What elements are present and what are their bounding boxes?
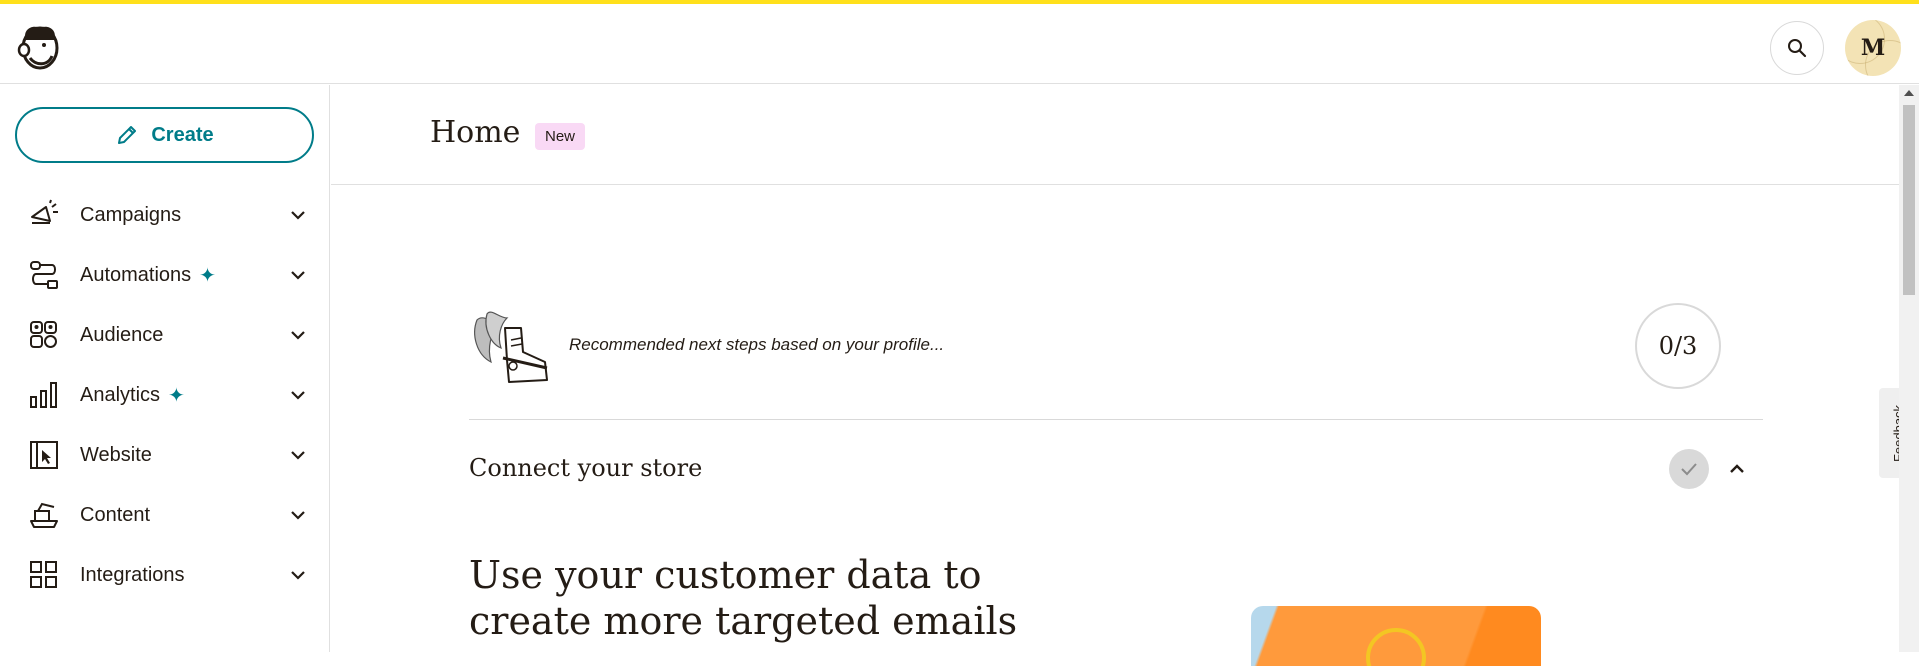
- sidebar-nav: Create Campaigns Automations ✦ Audience …: [0, 85, 330, 652]
- hero-illustration: [1251, 606, 1541, 666]
- chevron-down-icon[interactable]: [288, 205, 308, 225]
- page-scrollbar[interactable]: [1899, 85, 1919, 652]
- chevron-down-icon[interactable]: [288, 445, 308, 465]
- chevron-down-icon[interactable]: [288, 505, 308, 525]
- pencil-icon: [118, 126, 137, 144]
- page-header: Home New: [331, 85, 1899, 185]
- chevron-down-icon[interactable]: [288, 265, 308, 285]
- sidebar-item-audience[interactable]: Audience: [0, 305, 329, 365]
- sidebar-item-label: Analytics: [80, 383, 161, 406]
- new-badge: New: [535, 123, 586, 150]
- sparkle-icon: ✦: [168, 384, 185, 407]
- chevron-up-icon[interactable]: [1725, 457, 1749, 481]
- sidebar-item-content[interactable]: Content: [0, 485, 329, 545]
- grid-icon: [28, 559, 60, 591]
- mailchimp-logo-icon[interactable]: [16, 20, 64, 72]
- sidebar-item-label: Audience: [80, 323, 164, 346]
- search-icon: [1788, 39, 1807, 58]
- hero-line-1: Use your customer data to: [469, 553, 982, 597]
- checkmark-icon: [1669, 449, 1709, 489]
- sidebar-item-label: Website: [80, 443, 152, 466]
- connect-store-section-header[interactable]: Connect your store: [469, 421, 1763, 521]
- sidebar-item-campaigns[interactable]: Campaigns: [0, 185, 329, 245]
- audience-icon: [28, 319, 60, 351]
- automation-flow-icon: [28, 259, 60, 291]
- page-title: Home: [430, 115, 521, 150]
- scroll-thumb[interactable]: [1903, 105, 1915, 295]
- avatar-initial: M: [1860, 35, 1886, 61]
- chevron-down-icon[interactable]: [288, 385, 308, 405]
- sidebar-item-label: Content: [80, 503, 151, 526]
- content-icon: [28, 499, 60, 531]
- recommended-steps-row: Recommended next steps based on your pro…: [469, 290, 1763, 420]
- create-label: Create: [151, 123, 214, 146]
- recommended-steps-text: Recommended next steps based on your pro…: [569, 335, 945, 354]
- steps-progress: 0/3: [1635, 303, 1721, 389]
- account-avatar[interactable]: M: [1845, 20, 1901, 76]
- top-header: M: [0, 4, 1919, 84]
- website-cursor-icon: [28, 439, 60, 471]
- search-button[interactable]: [1770, 21, 1824, 75]
- section-title: Connect your store: [469, 454, 703, 482]
- sparkle-icon: ✦: [199, 264, 216, 287]
- hero-line-2: create more targeted emails: [469, 599, 1018, 643]
- chevron-down-icon[interactable]: [288, 325, 308, 345]
- winged-shoe-icon: [469, 300, 559, 390]
- sidebar-item-label: Integrations: [80, 563, 185, 586]
- sidebar-item-website[interactable]: Website: [0, 425, 329, 485]
- main-content: Home New Recommended next steps based on…: [331, 85, 1899, 666]
- megaphone-icon: [28, 199, 60, 231]
- bar-chart-icon: [28, 379, 60, 411]
- chevron-down-icon[interactable]: [288, 565, 308, 585]
- scroll-up-arrow-icon[interactable]: [1904, 90, 1914, 96]
- sidebar-item-integrations[interactable]: Integrations: [0, 545, 329, 605]
- sidebar-item-analytics[interactable]: Analytics ✦: [0, 365, 329, 425]
- sidebar-item-label: Automations: [80, 263, 192, 286]
- sidebar-item-label: Campaigns: [80, 203, 182, 226]
- hero-headline: Use your customer data to create more ta…: [469, 552, 1069, 644]
- sidebar-item-automations[interactable]: Automations ✦: [0, 245, 329, 305]
- create-button[interactable]: Create: [15, 107, 314, 163]
- ring-shape: [1366, 628, 1426, 666]
